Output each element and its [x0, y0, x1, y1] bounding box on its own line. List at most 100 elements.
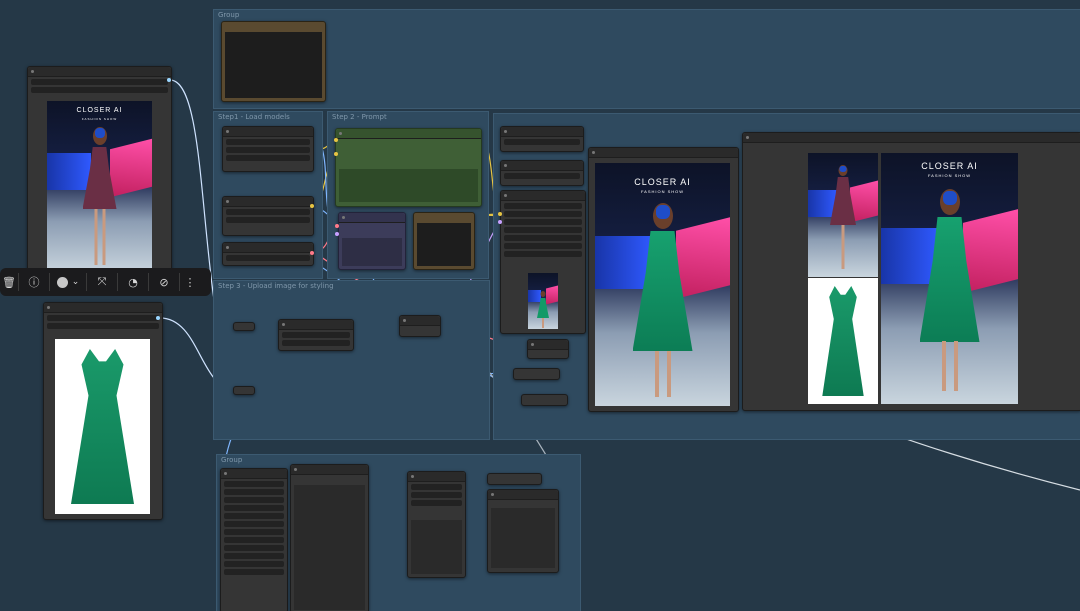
- prompt-textarea[interactable]: [342, 238, 402, 266]
- input-socket[interactable]: [334, 138, 338, 142]
- result-image: CLOSER AI FASHION SHOW: [881, 153, 1018, 404]
- widget[interactable]: [224, 505, 284, 511]
- node-sampler-1[interactable]: [500, 126, 584, 152]
- widget[interactable]: [224, 497, 284, 503]
- widget[interactable]: [224, 489, 284, 495]
- node-note[interactable]: [221, 21, 326, 102]
- input-socket[interactable]: [498, 220, 502, 224]
- widget[interactable]: [224, 513, 284, 519]
- input-socket[interactable]: [335, 232, 339, 236]
- node-body: [491, 508, 555, 568]
- node-image-scale[interactable]: [278, 319, 354, 351]
- widget[interactable]: [504, 219, 582, 225]
- bypass-button[interactable]: ⊘: [149, 268, 179, 296]
- widget[interactable]: [504, 211, 582, 217]
- trash-icon: 🗑: [2, 275, 16, 289]
- node-canvas[interactable]: Group Step1 - Load models Step 2 - Promp…: [0, 0, 1080, 611]
- node-bottom-1[interactable]: [220, 468, 288, 611]
- input-socket[interactable]: [498, 212, 502, 216]
- node-load-lora[interactable]: [222, 196, 314, 236]
- output-socket[interactable]: [310, 204, 314, 208]
- node-bottom-3[interactable]: [407, 471, 466, 578]
- widget[interactable]: [282, 340, 350, 346]
- widget[interactable]: [411, 500, 462, 506]
- widget[interactable]: [226, 209, 310, 215]
- widget[interactable]: [224, 553, 284, 559]
- group-title: Step 3 - Upload image for styling: [218, 282, 334, 290]
- widget[interactable]: [282, 332, 350, 338]
- widget[interactable]: [224, 529, 284, 535]
- output-socket[interactable]: [167, 78, 171, 82]
- node-load-checkpoint[interactable]: [222, 126, 314, 172]
- widget[interactable]: [504, 251, 582, 257]
- node-note-small[interactable]: [413, 212, 475, 270]
- input-socket[interactable]: [335, 224, 339, 228]
- widget[interactable]: [224, 537, 284, 543]
- widget[interactable]: [47, 315, 159, 321]
- gauge-button[interactable]: ◔: [118, 268, 148, 296]
- node-image-out-2[interactable]: [521, 394, 568, 406]
- node-negative-prompt[interactable]: [338, 212, 406, 270]
- widget[interactable]: [504, 139, 580, 145]
- group-title: Step1 - Load models: [218, 113, 290, 121]
- widget[interactable]: [504, 243, 582, 249]
- poster-subtitle: FASHION SHOW: [81, 117, 118, 121]
- node-load-image-garment[interactable]: [43, 302, 163, 520]
- poster-title: CLOSER AI: [634, 177, 691, 187]
- node-sampler-2[interactable]: [500, 160, 584, 186]
- widget[interactable]: [226, 255, 310, 261]
- fit-view-button[interactable]: ⤧: [87, 268, 117, 296]
- node-ksampler[interactable]: [500, 190, 586, 334]
- widget[interactable]: [47, 323, 159, 329]
- node-bottom-4[interactable]: [487, 473, 542, 485]
- widget[interactable]: [224, 561, 284, 567]
- widget[interactable]: [411, 484, 462, 490]
- widget[interactable]: [224, 545, 284, 551]
- preview-thumbnail: [528, 273, 558, 329]
- gauge-icon: ◔: [128, 275, 138, 289]
- output-socket[interactable]: [156, 316, 160, 320]
- node-bottom-5[interactable]: [487, 489, 559, 573]
- garment-image: [55, 339, 150, 514]
- widget[interactable]: [226, 217, 310, 223]
- info-icon: ⓘ: [28, 276, 40, 289]
- node-reroute[interactable]: [233, 322, 255, 331]
- group-title: Step 2 - Prompt: [332, 113, 387, 121]
- node-image-out-1[interactable]: [513, 368, 560, 380]
- node-vae-encode[interactable]: [399, 315, 441, 337]
- delete-button[interactable]: 🗑: [0, 268, 18, 296]
- group-top[interactable]: Group: [213, 9, 1080, 109]
- widget[interactable]: [226, 155, 310, 161]
- color-picker-button[interactable]: ⌄: [50, 268, 86, 296]
- garment-image-small: [808, 278, 878, 404]
- node-load-vae[interactable]: [222, 242, 314, 266]
- node-vae-decode[interactable]: [527, 339, 569, 359]
- prompt-textarea[interactable]: [339, 169, 478, 202]
- widget[interactable]: [226, 147, 310, 153]
- node-save-image[interactable]: CLOSER AI FASHION SHOW: [588, 147, 739, 412]
- widget[interactable]: [224, 481, 284, 487]
- widget[interactable]: [31, 79, 168, 85]
- widget[interactable]: [224, 569, 284, 575]
- widget[interactable]: [226, 139, 310, 145]
- widget[interactable]: [224, 521, 284, 527]
- node-image-compare[interactable]: CLOSER AI FASHION SHOW: [742, 132, 1080, 411]
- more-options-button[interactable]: ⋮: [180, 268, 200, 296]
- input-socket[interactable]: [334, 152, 338, 156]
- color-swatch: [56, 276, 68, 288]
- node-reroute[interactable]: [233, 386, 255, 395]
- node-positive-prompt[interactable]: [335, 128, 482, 207]
- widget[interactable]: [504, 235, 582, 241]
- widget[interactable]: [504, 203, 582, 209]
- selection-toolbar: 🗑 ⓘ ⌄ ⤧ ◔ ⊘ ⋮: [0, 268, 211, 296]
- node-bottom-2[interactable]: [290, 464, 369, 611]
- info-button[interactable]: ⓘ: [19, 268, 49, 296]
- group-upload[interactable]: Step 3 - Upload image for styling: [213, 280, 490, 440]
- output-socket[interactable]: [310, 251, 314, 255]
- widget[interactable]: [504, 227, 582, 233]
- group-title: Group: [221, 456, 243, 464]
- widget[interactable]: [411, 492, 462, 498]
- widget[interactable]: [504, 173, 580, 179]
- widget[interactable]: [31, 87, 168, 93]
- node-load-image-model[interactable]: CLOSER AI FASHION SHOW: [27, 66, 172, 274]
